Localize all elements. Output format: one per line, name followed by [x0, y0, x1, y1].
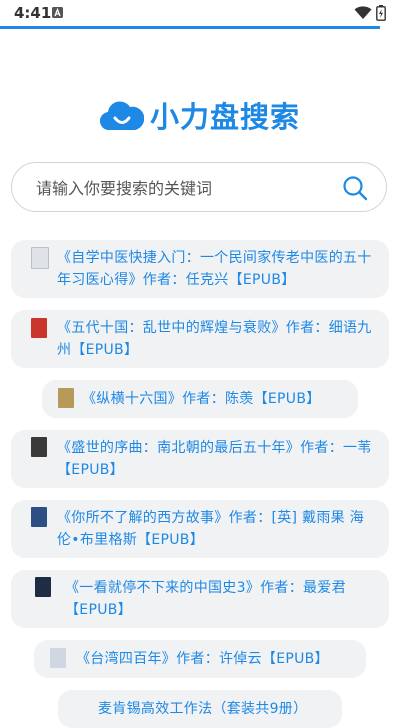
wifi-icon: [354, 6, 372, 19]
book-cover-icon: [31, 247, 49, 269]
result-item[interactable]: 《台湾四百年》作者：许倬云【EPUB】: [34, 640, 366, 678]
status-time: 4:41: [14, 4, 52, 22]
result-item[interactable]: 《五代十国：乱世中的辉煌与衰败》作者：细语九州【EPUB】: [11, 310, 389, 368]
search-input[interactable]: [34, 175, 328, 201]
book-cover-icon: [58, 388, 74, 408]
result-item[interactable]: 《纵横十六国》作者：陈羡【EPUB】: [42, 380, 358, 418]
result-title: 麦肯锡高效工作法（套装共9册）: [98, 701, 308, 717]
a-letter-icon: [52, 7, 63, 18]
result-title: 《纵横十六国》作者：陈羡【EPUB】: [82, 391, 321, 407]
result-item[interactable]: 《盛世的序曲：南北朝的最后五十年》作者：一苇【EPUB】: [11, 430, 389, 488]
cloud-smile-icon: [99, 101, 144, 131]
result-item[interactable]: 《自学中医快捷入门：一个民间家传老中医的五十年习医心得》作者：任克兴【EPUB】: [11, 240, 389, 298]
result-title: 《自学中医快捷入门：一个民间家传老中医的五十年习医心得》作者：任克兴【EPUB】: [57, 250, 372, 288]
result-title: 《台湾四百年》作者：许倬云【EPUB】: [76, 651, 329, 667]
result-item[interactable]: 麦肯锡高效工作法（套装共9册）: [58, 690, 342, 728]
result-title: 《五代十国：乱世中的辉煌与衰败》作者：细语九州【EPUB】: [57, 320, 372, 358]
result-item[interactable]: 《你所不了解的西方故事》作者：[英] 戴雨果 海伦•布里格斯【EPUB】: [11, 500, 389, 558]
page-loading-bar: [0, 26, 380, 29]
search-icon[interactable]: [342, 175, 368, 201]
battery-charging-icon: [376, 5, 386, 21]
status-bar: 4:41: [0, 0, 400, 26]
book-cover-icon: [31, 437, 47, 457]
status-icons: [354, 5, 386, 21]
book-cover-icon: [50, 648, 66, 668]
result-item[interactable]: 《一看就停不下来的中国史3》作者：最爱君【EPUB】: [11, 570, 389, 628]
app-logo: 小力盘搜索: [0, 94, 400, 136]
book-cover-icon: [35, 577, 51, 597]
book-cover-icon: [31, 507, 47, 527]
result-title: 《一看就停不下来的中国史3》作者：最爱君【EPUB】: [65, 580, 346, 618]
result-title: 《盛世的序曲：南北朝的最后五十年》作者：一苇【EPUB】: [57, 440, 372, 478]
app-title: 小力盘搜索: [149, 100, 300, 134]
search-box: [11, 162, 387, 212]
book-cover-icon: [31, 318, 47, 338]
result-title: 《你所不了解的西方故事》作者：[英] 戴雨果 海伦•布里格斯【EPUB】: [57, 510, 365, 548]
